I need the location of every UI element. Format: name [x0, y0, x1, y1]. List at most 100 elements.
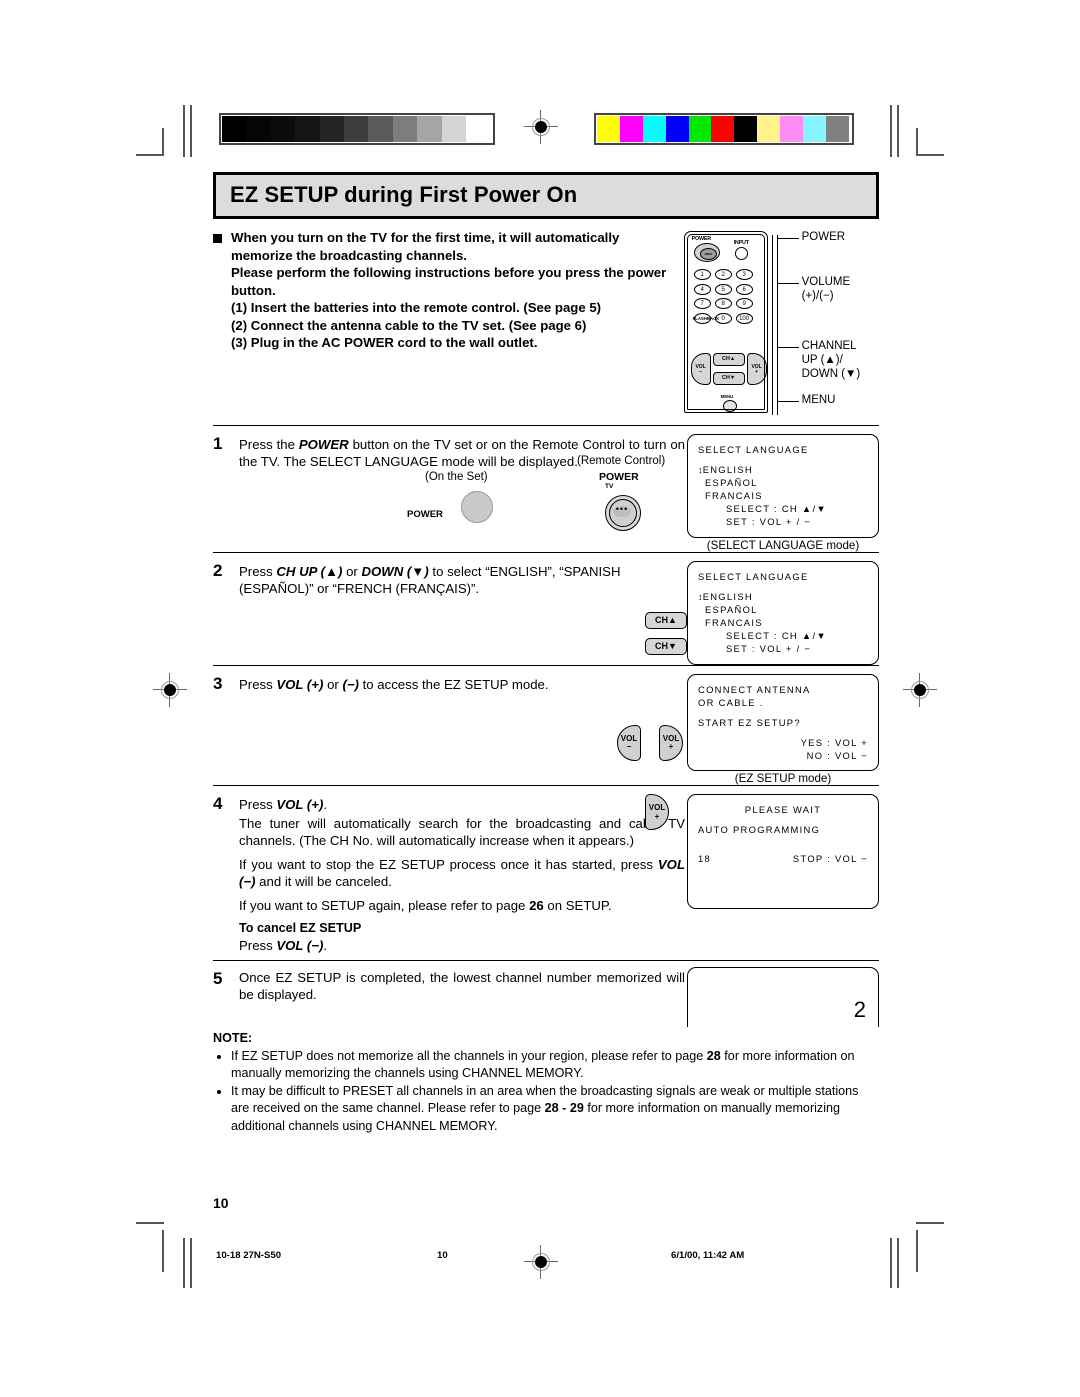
callout-channel: CHANNEL UP (▲)/ DOWN (▼) — [801, 340, 861, 380]
color-swatch-2 — [642, 116, 666, 142]
remote-numeric-keypad: 1 2 3 4 5 6 7 8 9 0 100 — [693, 269, 760, 327]
crop-bracket-top-right — [904, 128, 944, 168]
key-vol-plus[interactable]: VOL + — [659, 725, 683, 762]
screen-1-option-english: ↕ENGLISH — [698, 463, 753, 475]
screen-auto-programming: PLEASE WAIT AUTO PROGRAMMING 18 STOP : V… — [687, 794, 879, 910]
remote-vol-minus-button[interactable]: VOL − — [690, 353, 711, 385]
remote-key-flashback[interactable] — [693, 312, 711, 324]
color-swatch-1 — [619, 116, 643, 142]
step-2-body: Press CH UP (▲) or DOWN (▼) to select “E… — [239, 553, 687, 665]
step-4-para-1: Press VOL (+). — [239, 797, 328, 813]
remote-ch-up-button[interactable]: CH▲ — [712, 353, 745, 366]
step-4-screen-col: VOL + PLEASE WAIT AUTO PROGRAMMING 18 ST… — [645, 786, 879, 960]
remote-power-button-inner: ooo — [699, 248, 717, 260]
remote-power-big-button[interactable]: ••• — [605, 494, 641, 531]
remote-guide-rule-2 — [776, 235, 778, 415]
crop-rule-right-bottom — [890, 1238, 892, 1288]
on-the-set-label: (On the Set) — [425, 470, 488, 483]
step-4-number: 4 — [213, 794, 223, 814]
step-4-keyword-3: VOL (−) — [276, 937, 324, 953]
remote-vol-plus-button[interactable]: VOL + — [746, 353, 767, 385]
note-item-2-page: 28 - 29 — [544, 1101, 584, 1116]
remote-key-5[interactable]: 5 — [714, 283, 732, 295]
step-4-para-3: If you want to stop the EZ SETUP process… — [239, 856, 685, 890]
remote-menu-button[interactable] — [722, 400, 737, 412]
screen-1-hint-select: SELECT : CH ▲/▼ — [726, 502, 827, 514]
note-item-2: It may be difficult to PRESET all channe… — [231, 1083, 879, 1134]
screen-4-line-2: AUTO PROGRAMMING — [698, 824, 821, 836]
screen-3-line-3: START EZ SETUP? — [698, 716, 801, 728]
screen-1-caption: (SELECT LANGUAGE mode) — [706, 538, 860, 552]
crop-rule-right-top-2 — [897, 105, 899, 157]
step-5-screen-col: 2 — [687, 961, 879, 1028]
remote-key-0[interactable]: 0 — [714, 312, 732, 324]
remote-key-1[interactable]: 1 — [693, 269, 711, 280]
step-1-illustration: (On the Set) (Remote Control) POWER POWE… — [239, 455, 685, 543]
color-swatch-5 — [711, 116, 735, 142]
screen-select-language-1: SELECT LANGUAGE ↕ENGLISH ESPAÑOL FRANCAI… — [687, 434, 879, 538]
screen-3-line-4: YES : VOL + — [800, 736, 868, 748]
remote-vol-ch-cluster: VOL − VOL + CH▲ CH▼ — [690, 347, 767, 393]
set-power-knob[interactable] — [461, 490, 493, 523]
gray-swatch-7 — [392, 116, 418, 142]
gray-swatch-0 — [222, 116, 247, 142]
remote-flashback-label: FLASHBACK — [692, 316, 720, 321]
remote-key-3[interactable]: 3 — [735, 269, 753, 280]
gray-swatch-4 — [319, 116, 344, 142]
remote-key-4[interactable]: 4 — [693, 283, 711, 295]
note-item-1-page: 28 — [706, 1049, 721, 1064]
step-4-para-4: If you want to SETUP again, please refer… — [239, 897, 612, 913]
step-3-body: Press VOL (+) or (−) to access the EZ SE… — [239, 666, 685, 786]
color-swatch-10 — [825, 116, 849, 142]
key-vol-minus[interactable]: VOL − — [617, 725, 641, 762]
step-4-keyword-1: VOL (+) — [276, 797, 324, 813]
remote-key-9[interactable]: 9 — [735, 298, 753, 309]
key-ch-down[interactable]: CH▼ — [645, 637, 687, 655]
note-item-1: If EZ SETUP does not memorize all the ch… — [231, 1048, 879, 1082]
color-swatch-0 — [597, 116, 620, 142]
gray-swatch-1 — [246, 116, 271, 142]
gray-swatch-9 — [441, 116, 466, 142]
gray-swatch-10 — [465, 116, 491, 142]
step-4-page-ref: 26 — [529, 897, 544, 913]
step-4-para-2: The tuner will automatically search for … — [239, 815, 685, 849]
screen-2-hint-set: SET : VOL + / − — [726, 642, 812, 654]
remote-key-7[interactable]: 7 — [693, 298, 711, 309]
remote-key-8[interactable]: 8 — [714, 298, 732, 309]
intro-line-2: Please perform the following instruction… — [231, 265, 667, 298]
key-ch-up[interactable]: CH▲ — [645, 611, 687, 629]
step-3-screen-col: CONNECT ANTENNA OR CABLE . START EZ SETU… — [687, 666, 879, 786]
screen-3-line-1: CONNECT ANTENNA — [698, 683, 811, 695]
remote-control-diagram: POWER ooo INPUT 1 2 3 4 5 6 7 8 9 0 100 … — [680, 229, 879, 419]
remote-ch-down-button[interactable]: CH▼ — [712, 372, 745, 385]
remote-power-button[interactable]: ooo — [693, 243, 720, 262]
print-timestamp: 6/1/00, 11:42 AM — [671, 1250, 745, 1261]
intro-section: When you turn on the TV for the first ti… — [213, 229, 879, 419]
screen-3-line-2: OR CABLE . — [698, 696, 764, 708]
remote-key-6[interactable]: 6 — [735, 283, 753, 295]
step-1-number: 1 — [213, 434, 223, 453]
color-swatch-9 — [803, 116, 826, 142]
grayscale-calibration-bar — [219, 113, 495, 145]
step-3-number: 3 — [213, 673, 223, 693]
step-2-screen-col: SELECT LANGUAGE ↕ENGLISH ESPAÑOL FRANCAI… — [687, 553, 879, 665]
gray-swatch-3 — [295, 116, 320, 142]
crop-rule-left-top — [183, 105, 185, 157]
registration-target-right — [903, 673, 937, 707]
screen-2-hint-select: SELECT : CH ▲/▼ — [726, 629, 827, 641]
step-5-text: Once EZ SETUP is completed, the lowest c… — [239, 970, 685, 1003]
screen-3-caption: (EZ SETUP mode) — [734, 772, 832, 786]
screen-select-language-2: SELECT LANGUAGE ↕ENGLISH ESPAÑOL FRANCAI… — [687, 560, 879, 665]
remote-key-100[interactable]: 100 — [735, 312, 753, 324]
step-1: 1 Press the POWER button on the TV set o… — [213, 426, 879, 552]
remote-key-2[interactable]: 2 — [714, 269, 732, 280]
gray-swatch-8 — [417, 116, 442, 142]
step-2-text: Press CH UP (▲) or DOWN (▼) to select “E… — [239, 563, 621, 597]
screen-1-option-espanol: ESPAÑOL — [705, 476, 758, 488]
color-calibration-bar — [594, 113, 854, 145]
remote-input-button[interactable] — [734, 247, 748, 260]
step-5-number: 5 — [213, 969, 223, 989]
screen-1-hint-set: SET : VOL + / − — [726, 515, 812, 527]
step-5: 5 Once EZ SETUP is completed, the lowest… — [213, 961, 879, 1028]
callout-volume: VOLUME (+)/(−) — [801, 276, 851, 302]
